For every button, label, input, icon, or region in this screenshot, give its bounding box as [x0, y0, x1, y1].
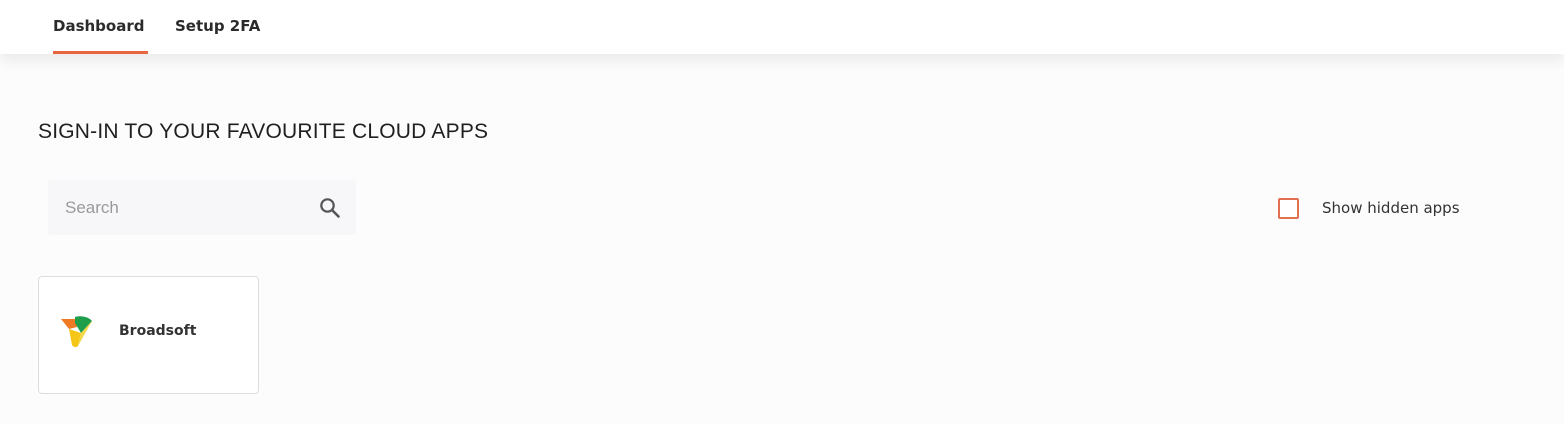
show-hidden-apps-checkbox[interactable]: [1278, 197, 1299, 219]
app-card-broadsoft[interactable]: Broadsoft: [38, 276, 259, 394]
page-title: SIGN-IN TO YOUR FAVOURITE CLOUD APPS: [38, 120, 489, 143]
show-hidden-apps-toggle[interactable]: Show hidden apps: [1278, 196, 1460, 220]
top-navigation: Dashboard Setup 2FA: [0, 0, 1564, 54]
search-box: [48, 180, 356, 235]
app-name: Broadsoft: [119, 323, 197, 339]
tab-dashboard[interactable]: Dashboard: [53, 0, 148, 54]
broadsoft-logo-icon: [61, 316, 92, 348]
search-input[interactable]: [48, 180, 308, 235]
tab-setup-2fa[interactable]: Setup 2FA: [175, 0, 270, 54]
show-hidden-apps-label: Show hidden apps: [1322, 199, 1460, 217]
search-icon[interactable]: [318, 196, 342, 220]
